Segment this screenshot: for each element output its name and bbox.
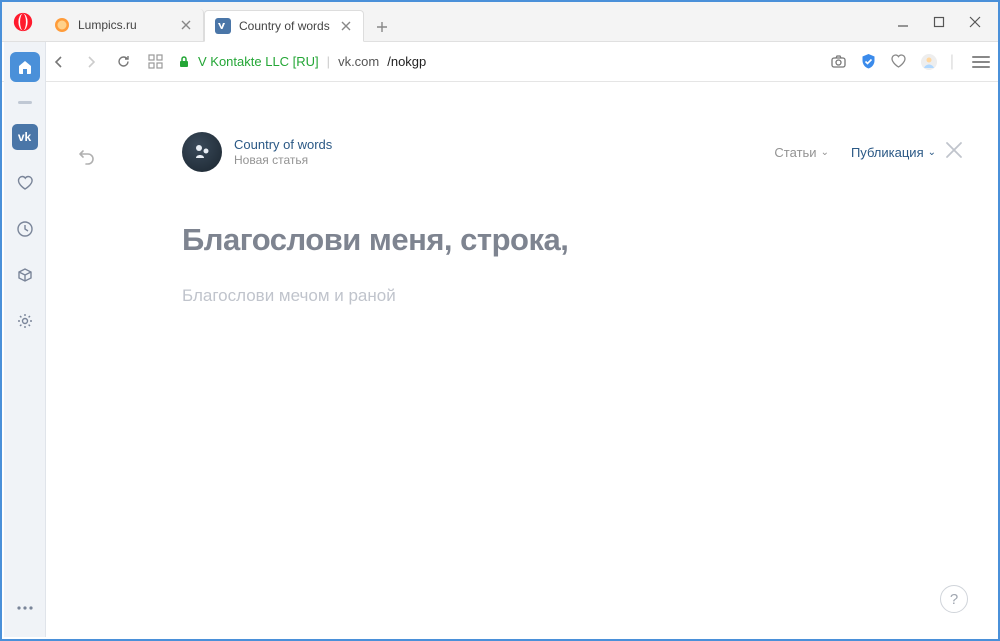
articles-dropdown[interactable]: Статьи ⌄ (774, 145, 829, 160)
opera-sidebar: vk (4, 42, 46, 637)
maximize-icon[interactable] (930, 13, 948, 31)
undo-icon[interactable] (74, 146, 96, 168)
tab-title: Lumpics.ru (78, 18, 179, 32)
editor-header: Country of words Новая статья Статьи ⌄ П… (182, 132, 936, 172)
editor-actions: Статьи ⌄ Публикация ⌄ (774, 145, 936, 160)
url-field[interactable]: V Kontakte LLC [RU] | vk.com/nokgp (178, 54, 816, 69)
sidebar-vk-icon[interactable]: vk (10, 122, 40, 152)
articles-label: Статьи (774, 145, 816, 160)
community-name-link[interactable]: Country of words (234, 137, 332, 152)
lock-icon (178, 55, 190, 69)
chevron-down-icon: ⌄ (821, 147, 829, 158)
snapshot-icon[interactable] (830, 53, 848, 71)
profile-icon[interactable] (920, 53, 938, 71)
sidebar-heart-icon[interactable] (10, 168, 40, 198)
close-icon[interactable] (339, 19, 353, 33)
adblock-icon[interactable] (860, 53, 878, 71)
minimize-icon[interactable] (894, 13, 912, 31)
sidebar-history-icon[interactable] (10, 214, 40, 244)
community-avatar[interactable] (182, 132, 222, 172)
sidebar-home-icon[interactable] (10, 52, 40, 82)
speed-dial-icon[interactable] (146, 53, 164, 71)
easy-setup-icon[interactable] (972, 53, 990, 71)
favicon-icon (54, 17, 70, 33)
article-title-input[interactable]: Благослови меня, строка, (182, 222, 896, 258)
tab-strip: Lumpics.ru Country of words (44, 2, 894, 41)
editor-body[interactable]: Благослови меня, строка, Благослови мечо… (182, 222, 896, 306)
bookmark-heart-icon[interactable] (890, 53, 908, 71)
back-button[interactable] (50, 53, 68, 71)
url-separator: | (327, 54, 330, 69)
favicon-icon (215, 18, 231, 34)
close-window-icon[interactable] (966, 13, 984, 31)
titlebar: Lumpics.ru Country of words (2, 2, 998, 42)
sidebar-search-icon[interactable] (10, 98, 40, 106)
help-icon[interactable]: ? (940, 585, 968, 613)
url-host: vk.com (338, 54, 379, 69)
sidebar-settings-icon[interactable] (10, 306, 40, 336)
url-path: /nokgp (387, 54, 426, 69)
address-bar: V Kontakte LLC [RU] | vk.com/nokgp | (2, 42, 998, 82)
article-body-input[interactable]: Благослови мечом и раной (182, 286, 896, 306)
page-content: ? Country of words Новая статья Статьи ⌄… (46, 82, 996, 637)
separator: | (950, 53, 954, 71)
sidebar-extensions-icon[interactable] (10, 260, 40, 290)
window-controls (894, 13, 984, 31)
tab-lumpics[interactable]: Lumpics.ru (44, 9, 204, 41)
address-actions: | (830, 53, 990, 71)
new-tab-button[interactable] (368, 13, 396, 41)
tab-country-of-words[interactable]: Country of words (204, 10, 364, 42)
editor-subtitle: Новая статья (234, 153, 332, 167)
chevron-down-icon: ⌄ (928, 147, 936, 158)
publish-label: Публикация (851, 145, 924, 160)
publish-dropdown[interactable]: Публикация ⌄ (851, 145, 936, 160)
tab-title: Country of words (239, 19, 339, 33)
sidebar-more-icon[interactable] (10, 593, 40, 623)
forward-button[interactable] (82, 53, 100, 71)
close-editor-icon[interactable] (942, 138, 966, 162)
reload-button[interactable] (114, 53, 132, 71)
close-icon[interactable] (179, 18, 193, 32)
opera-logo-icon[interactable] (12, 11, 34, 33)
community-info: Country of words Новая статья (234, 137, 332, 167)
certificate-label: V Kontakte LLC [RU] (198, 54, 319, 69)
